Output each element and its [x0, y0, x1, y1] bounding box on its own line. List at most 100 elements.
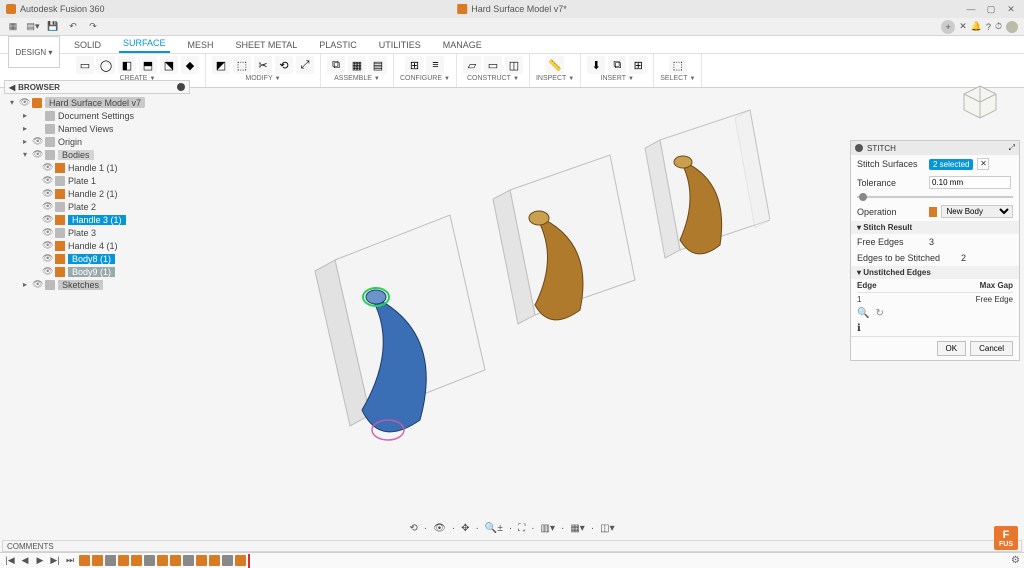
timeline-feature[interactable] [222, 555, 233, 566]
cancel-button[interactable]: Cancel [970, 341, 1013, 356]
timeline-feature[interactable] [144, 555, 155, 566]
tab-solid[interactable]: SOLID [70, 37, 105, 53]
timeline-feature[interactable] [157, 555, 168, 566]
new-tab-button[interactable]: + [941, 20, 955, 34]
look-icon[interactable]: 👁 [433, 523, 446, 534]
timeline-play-button[interactable]: ▶ [34, 555, 46, 566]
file-menu-icon[interactable]: ▦ [6, 21, 20, 33]
browser-settings-icon[interactable] [177, 83, 185, 91]
timeline-feature[interactable] [170, 555, 181, 566]
tree-node[interactable]: 👁Body9 (1) [4, 265, 190, 278]
group-label[interactable]: CONFIGURE ▼ [400, 75, 450, 82]
tree-node[interactable]: ▸Named Views [4, 122, 190, 135]
refresh-icon[interactable]: ↻ [875, 308, 883, 319]
tab-surface[interactable]: SURFACE [119, 35, 170, 53]
minimize-button[interactable]: — [964, 4, 978, 15]
tab-mesh[interactable]: MESH [184, 37, 218, 53]
grid-icon[interactable]: ▦▾ [570, 523, 584, 534]
unstitched-section[interactable]: ▾ Unstitched Edges [851, 266, 1019, 279]
tool-icon[interactable]: ◫ [505, 56, 523, 74]
tree-node[interactable]: 👁Handle 2 (1) [4, 187, 190, 200]
tree-node[interactable]: 👁Plate 1 [4, 174, 190, 187]
tree-node[interactable]: ▾👁Bodies [4, 148, 190, 161]
visibility-icon[interactable]: 👁 [42, 162, 52, 173]
tool-icon[interactable]: ⬒ [139, 56, 157, 74]
timeline-feature[interactable] [196, 555, 207, 566]
visibility-icon[interactable]: 👁 [32, 136, 42, 147]
tool-icon[interactable]: ✂ [254, 56, 272, 74]
tree-root[interactable]: ▾ 👁 Hard Surface Model v7 [4, 96, 190, 109]
undo-icon[interactable]: ↶ [66, 21, 80, 33]
zoom-icon[interactable]: 🔍± [485, 523, 503, 534]
pan-icon[interactable]: ✥ [461, 523, 469, 534]
fit-icon[interactable]: ⛶ [518, 523, 525, 534]
timeline-feature[interactable] [209, 555, 220, 566]
data-panel-icon[interactable]: ▤▾ [26, 21, 40, 33]
timeline-feature[interactable] [131, 555, 142, 566]
tool-icon[interactable]: ◩ [212, 56, 230, 74]
clear-selection-button[interactable]: ✕ [977, 158, 989, 170]
visibility-icon[interactable]: 👁 [42, 240, 52, 251]
timeline-feature[interactable] [79, 555, 90, 566]
workspace-switcher[interactable]: DESIGN ▾ [8, 36, 60, 68]
tool-icon[interactable]: ⤢ [296, 56, 314, 74]
timeline-marker[interactable] [248, 554, 250, 568]
dialog-settings-icon[interactable] [855, 144, 863, 152]
group-label[interactable]: CONSTRUCT ▼ [467, 75, 519, 82]
operation-select[interactable]: New Body [941, 205, 1013, 218]
visibility-icon[interactable]: 👁 [32, 279, 42, 290]
tool-icon[interactable]: ▭ [484, 56, 502, 74]
tool-icon[interactable]: ⬔ [160, 56, 178, 74]
tree-node[interactable]: ▸👁Sketches [4, 278, 190, 291]
tool-icon[interactable]: 📏 [546, 56, 564, 74]
tool-icon[interactable]: ⟲ [275, 56, 293, 74]
visibility-icon[interactable]: 👁 [32, 149, 42, 160]
tool-icon[interactable]: ⬇ [587, 56, 605, 74]
tab-utilities[interactable]: UTILITIES [375, 37, 425, 53]
timeline-end-button[interactable]: ⏭ [64, 555, 76, 566]
timeline-feature[interactable] [105, 555, 116, 566]
visibility-icon[interactable]: 👁 [42, 253, 52, 264]
help-icon[interactable]: ? [986, 22, 991, 32]
timeline-feature[interactable] [118, 555, 129, 566]
visibility-icon[interactable]: 👁 [42, 175, 52, 186]
tool-icon[interactable]: ⊞ [629, 56, 647, 74]
viewport-icon[interactable]: ◫▾ [600, 523, 614, 534]
timeline-start-button[interactable]: |◀ [4, 555, 16, 566]
visibility-icon[interactable]: 👁 [42, 188, 52, 199]
timeline-settings-icon[interactable]: ⚙ [1011, 555, 1020, 566]
timeline-forward-button[interactable]: ▶| [49, 555, 61, 566]
tree-node[interactable]: 👁Plate 3 [4, 226, 190, 239]
tool-icon[interactable]: ◯ [97, 56, 115, 74]
group-label[interactable]: INSPECT ▼ [536, 75, 574, 82]
ok-button[interactable]: OK [937, 341, 967, 356]
tolerance-input[interactable] [929, 176, 1011, 189]
job-status-icon[interactable]: ⏱ [995, 21, 1002, 32]
visibility-icon[interactable]: 👁 [42, 214, 52, 225]
tool-icon[interactable]: ▭ [76, 56, 94, 74]
extensions-icon[interactable]: ✕ [959, 21, 967, 32]
selection-badge[interactable]: 2 selected [929, 159, 973, 170]
tool-icon[interactable]: ≡ [426, 56, 444, 74]
tool-icon[interactable]: ▤ [369, 56, 387, 74]
tool-icon[interactable]: ▱ [463, 56, 481, 74]
visibility-icon[interactable]: 👁 [42, 266, 52, 277]
info-icon[interactable]: ℹ [851, 321, 1019, 336]
comments-bar[interactable]: COMMENTS ⌃ [2, 540, 1022, 552]
tab-manage[interactable]: MANAGE [439, 37, 486, 53]
tree-node[interactable]: 👁Body8 (1) [4, 252, 190, 265]
table-row[interactable]: 1Free Edge [857, 293, 1013, 304]
group-label[interactable]: MODIFY ▼ [245, 75, 280, 82]
timeline-feature[interactable] [92, 555, 103, 566]
maximize-button[interactable]: ▢ [984, 4, 998, 15]
zoom-edge-icon[interactable]: 🔍 [857, 308, 869, 319]
group-label[interactable]: INSERT ▼ [601, 75, 635, 82]
tree-node[interactable]: ▸👁Origin [4, 135, 190, 148]
save-icon[interactable]: 💾 [46, 21, 60, 33]
result-section[interactable]: ▾ Stitch Result [851, 221, 1019, 234]
view-cube[interactable] [960, 82, 1000, 122]
tool-icon[interactable]: ◆ [181, 56, 199, 74]
tool-icon[interactable]: ⊞ [405, 56, 423, 74]
tool-icon[interactable]: ◧ [118, 56, 136, 74]
redo-icon[interactable]: ↷ [86, 21, 100, 33]
